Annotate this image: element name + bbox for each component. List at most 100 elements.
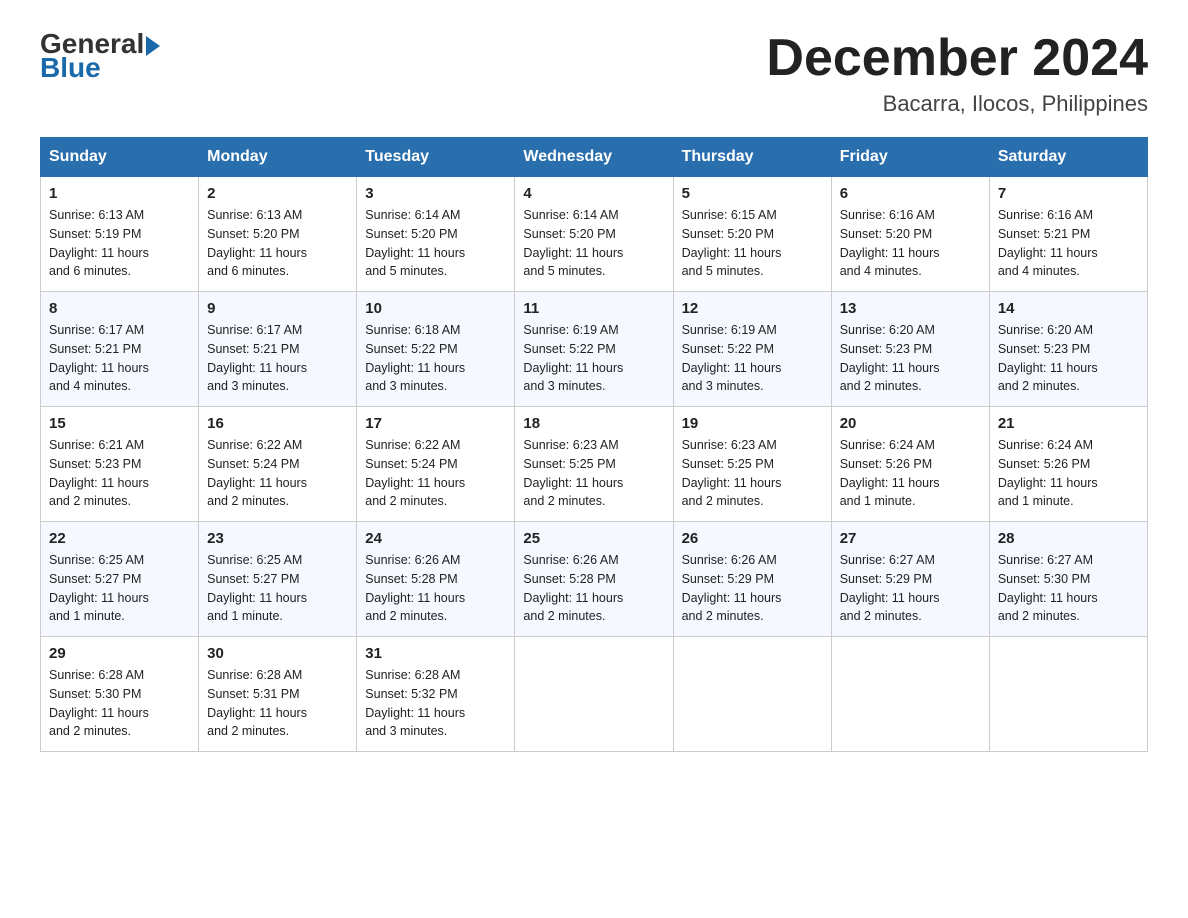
day-number: 6 (840, 185, 981, 202)
calendar-cell: 18Sunrise: 6:23 AMSunset: 5:25 PMDayligh… (515, 407, 673, 522)
sunset-text: Sunset: 5:30 PM (49, 687, 141, 701)
day-number: 24 (365, 530, 506, 547)
daylight-value: and 1 minute. (49, 609, 125, 623)
sunrise-text: Sunrise: 6:26 AM (682, 553, 777, 567)
daylight-label: Daylight: 11 hours (682, 361, 782, 375)
logo: General Blue (40, 30, 160, 82)
daylight-value: and 4 minutes. (840, 264, 922, 278)
daylight-label: Daylight: 11 hours (523, 246, 623, 260)
daylight-value: and 1 minute. (998, 494, 1074, 508)
calendar-cell: 31Sunrise: 6:28 AMSunset: 5:32 PMDayligh… (357, 637, 515, 752)
calendar-cell: 25Sunrise: 6:26 AMSunset: 5:28 PMDayligh… (515, 522, 673, 637)
sunrise-text: Sunrise: 6:14 AM (365, 208, 460, 222)
sunrise-text: Sunrise: 6:16 AM (998, 208, 1093, 222)
day-number: 10 (365, 300, 506, 317)
day-number: 26 (682, 530, 823, 547)
daylight-label: Daylight: 11 hours (523, 476, 623, 490)
sunset-text: Sunset: 5:32 PM (365, 687, 457, 701)
day-info: Sunrise: 6:28 AMSunset: 5:30 PMDaylight:… (49, 666, 190, 741)
sunrise-text: Sunrise: 6:28 AM (365, 668, 460, 682)
daylight-value: and 4 minutes. (998, 264, 1080, 278)
daylight-value: and 2 minutes. (523, 494, 605, 508)
daylight-label: Daylight: 11 hours (49, 246, 149, 260)
day-info: Sunrise: 6:18 AMSunset: 5:22 PMDaylight:… (365, 321, 506, 396)
daylight-value: and 1 minute. (840, 494, 916, 508)
sunrise-text: Sunrise: 6:17 AM (49, 323, 144, 337)
sunset-text: Sunset: 5:20 PM (840, 227, 932, 241)
sunrise-text: Sunrise: 6:26 AM (365, 553, 460, 567)
week-row-5: 29Sunrise: 6:28 AMSunset: 5:30 PMDayligh… (41, 637, 1148, 752)
daylight-label: Daylight: 11 hours (840, 361, 940, 375)
calendar-cell: 3Sunrise: 6:14 AMSunset: 5:20 PMDaylight… (357, 177, 515, 292)
location-subtitle: Bacarra, Ilocos, Philippines (766, 91, 1148, 117)
day-number: 2 (207, 185, 348, 202)
sunrise-text: Sunrise: 6:23 AM (523, 438, 618, 452)
sunrise-text: Sunrise: 6:26 AM (523, 553, 618, 567)
sunrise-text: Sunrise: 6:25 AM (207, 553, 302, 567)
day-number: 19 (682, 415, 823, 432)
day-number: 29 (49, 645, 190, 662)
day-info: Sunrise: 6:24 AMSunset: 5:26 PMDaylight:… (998, 436, 1139, 511)
sunset-text: Sunset: 5:24 PM (207, 457, 299, 471)
daylight-label: Daylight: 11 hours (682, 246, 782, 260)
day-number: 17 (365, 415, 506, 432)
sunset-text: Sunset: 5:20 PM (682, 227, 774, 241)
day-info: Sunrise: 6:13 AMSunset: 5:19 PMDaylight:… (49, 206, 190, 281)
daylight-label: Daylight: 11 hours (207, 476, 307, 490)
calendar-cell: 20Sunrise: 6:24 AMSunset: 5:26 PMDayligh… (831, 407, 989, 522)
daylight-label: Daylight: 11 hours (49, 706, 149, 720)
sunset-text: Sunset: 5:21 PM (207, 342, 299, 356)
sunset-text: Sunset: 5:28 PM (365, 572, 457, 586)
day-number: 7 (998, 185, 1139, 202)
day-info: Sunrise: 6:28 AMSunset: 5:32 PMDaylight:… (365, 666, 506, 741)
calendar-cell: 7 Sunrise: 6:16 AMSunset: 5:21 PMDaylight… (989, 177, 1147, 292)
daylight-label: Daylight: 11 hours (998, 246, 1098, 260)
sunset-text: Sunset: 5:31 PM (207, 687, 299, 701)
calendar-cell: 27Sunrise: 6:27 AMSunset: 5:29 PMDayligh… (831, 522, 989, 637)
calendar-cell: 2Sunrise: 6:13 AMSunset: 5:20 PMDaylight… (199, 177, 357, 292)
daylight-label: Daylight: 11 hours (207, 361, 307, 375)
daylight-value: and 2 minutes. (998, 609, 1080, 623)
daylight-value: and 2 minutes. (840, 379, 922, 393)
col-header-monday: Monday (199, 138, 357, 177)
calendar-header-row: SundayMondayTuesdayWednesdayThursdayFrid… (41, 138, 1148, 177)
sunrise-text: Sunrise: 6:27 AM (998, 553, 1093, 567)
sunrise-text: Sunrise: 6:17 AM (207, 323, 302, 337)
sunset-text: Sunset: 5:30 PM (998, 572, 1090, 586)
day-info: Sunrise: 6:20 AMSunset: 5:23 PMDaylight:… (998, 321, 1139, 396)
sunrise-text: Sunrise: 6:20 AM (840, 323, 935, 337)
daylight-label: Daylight: 11 hours (523, 591, 623, 605)
col-header-tuesday: Tuesday (357, 138, 515, 177)
calendar-cell: 15Sunrise: 6:21 AMSunset: 5:23 PMDayligh… (41, 407, 199, 522)
daylight-label: Daylight: 11 hours (365, 591, 465, 605)
sunrise-text: Sunrise: 6:21 AM (49, 438, 144, 452)
daylight-value: and 5 minutes. (682, 264, 764, 278)
calendar-cell: 6Sunrise: 6:16 AMSunset: 5:20 PMDaylight… (831, 177, 989, 292)
logo-blue-text: Blue (40, 54, 160, 82)
daylight-label: Daylight: 11 hours (998, 591, 1098, 605)
day-info: Sunrise: 6:27 AMSunset: 5:29 PMDaylight:… (840, 551, 981, 626)
sunset-text: Sunset: 5:25 PM (682, 457, 774, 471)
sunrise-text: Sunrise: 6:22 AM (207, 438, 302, 452)
calendar-cell (673, 637, 831, 752)
col-header-friday: Friday (831, 138, 989, 177)
day-info: Sunrise: 6:17 AMSunset: 5:21 PMDaylight:… (49, 321, 190, 396)
day-info: Sunrise: 6:26 AMSunset: 5:29 PMDaylight:… (682, 551, 823, 626)
calendar-cell: 19Sunrise: 6:23 AMSunset: 5:25 PMDayligh… (673, 407, 831, 522)
daylight-value: and 3 minutes. (365, 724, 447, 738)
calendar-cell: 14Sunrise: 6:20 AMSunset: 5:23 PMDayligh… (989, 292, 1147, 407)
day-info: Sunrise: 6:16 AMSunset: 5:21 PMDaylight:… (998, 206, 1139, 281)
sunset-text: Sunset: 5:29 PM (840, 572, 932, 586)
calendar-cell: 10 Sunrise: 6:18 AMSunset: 5:22 PMDayligh… (357, 292, 515, 407)
day-number: 8 (49, 300, 190, 317)
daylight-label: Daylight: 11 hours (49, 476, 149, 490)
day-info: Sunrise: 6:26 AMSunset: 5:28 PMDaylight:… (523, 551, 664, 626)
sunset-text: Sunset: 5:27 PM (207, 572, 299, 586)
daylight-value: and 1 minute. (207, 609, 283, 623)
calendar-cell: 1 Sunrise: 6:13 AMSunset: 5:19 PMDaylight… (41, 177, 199, 292)
day-info: Sunrise: 6:27 AM Sunset: 5:30 PM Daylight:… (998, 551, 1139, 626)
day-number: 1 (49, 185, 190, 202)
calendar-cell: 30Sunrise: 6:28 AMSunset: 5:31 PMDayligh… (199, 637, 357, 752)
calendar-cell: 23Sunrise: 6:25 AMSunset: 5:27 PMDayligh… (199, 522, 357, 637)
sunset-text: Sunset: 5:20 PM (207, 227, 299, 241)
